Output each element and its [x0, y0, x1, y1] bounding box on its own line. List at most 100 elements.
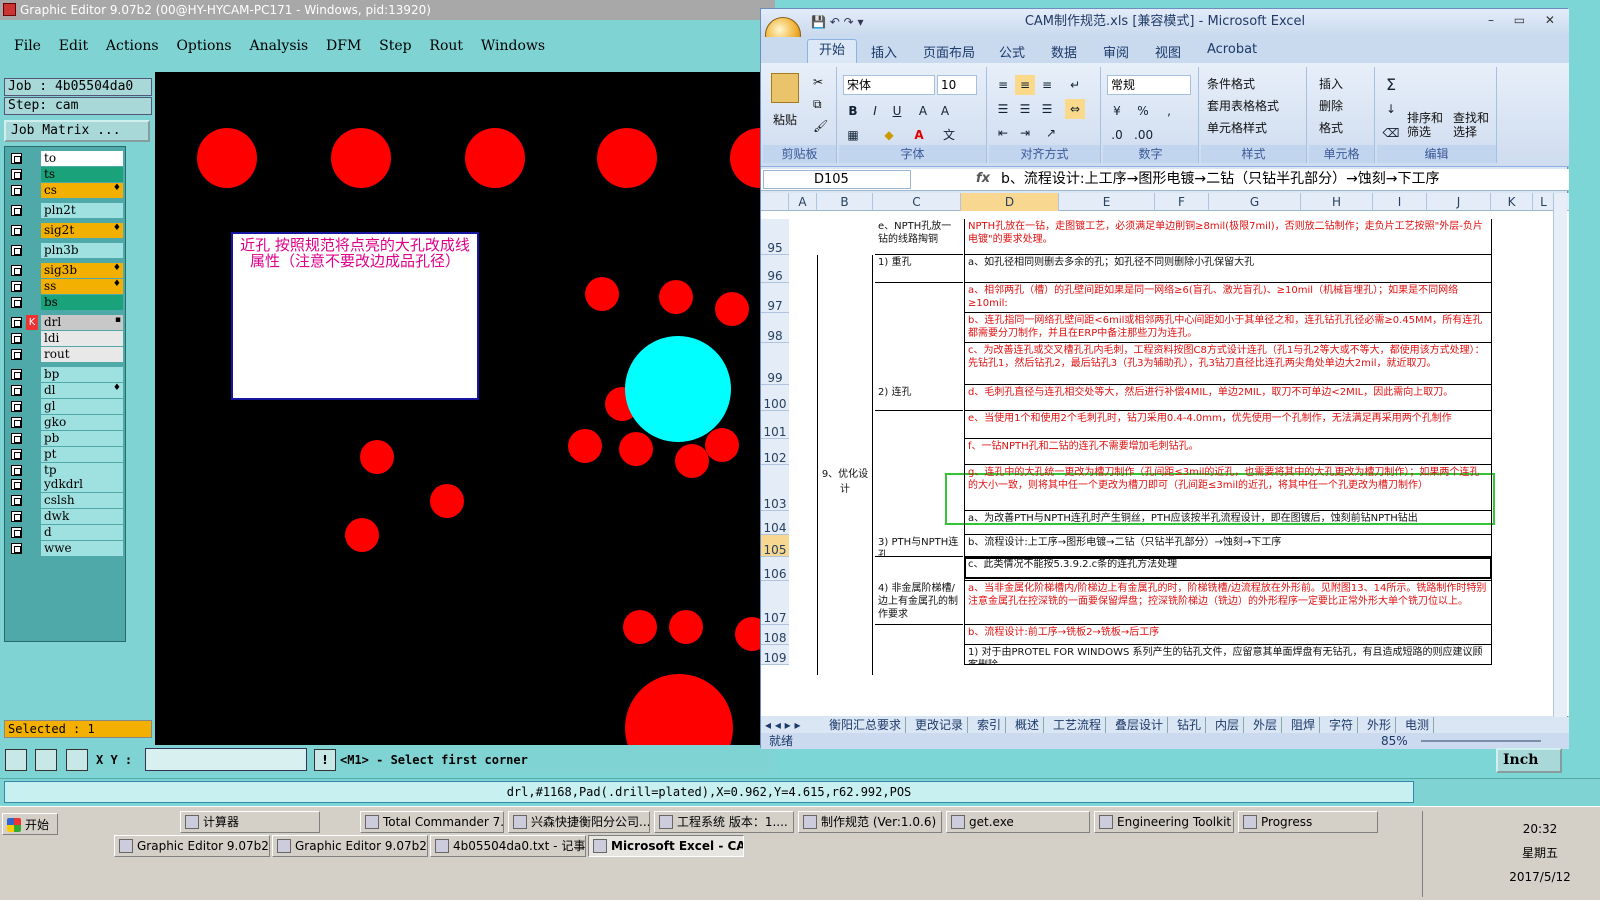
- layer-checkbox[interactable]: [11, 417, 22, 428]
- orientation-icon[interactable]: ↗: [1041, 123, 1061, 143]
- column-header-D[interactable]: D: [961, 193, 1059, 211]
- column-header-F[interactable]: F: [1155, 193, 1209, 211]
- copy-icon[interactable]: ⧉: [813, 97, 822, 112]
- layer-checkbox[interactable]: [11, 369, 22, 380]
- align-top-icon[interactable]: ≡: [993, 75, 1013, 95]
- font-color-icon[interactable]: A: [909, 125, 929, 145]
- wrap-text-icon[interactable]: ↵: [1065, 75, 1085, 95]
- cell-d[interactable]: a、为改善PTH与NPTH连孔时产生铜丝，PTH应该按半孔流程设计，即在图镀后，…: [964, 511, 1492, 535]
- layer-row-ss[interactable]: ss ♦: [9, 279, 123, 294]
- underline-icon[interactable]: U: [887, 101, 907, 121]
- selected-drill-pad[interactable]: [625, 336, 731, 442]
- layer-name[interactable]: pln2t: [41, 203, 123, 218]
- cell-d[interactable]: 1) 对于由PROTEL FOR WINDOWS 系列产生的钻孔文件，应留意其单…: [964, 645, 1492, 665]
- cell-d[interactable]: e、当使用1个和使用2个毛刺孔时，钻刀采用0.4-4.0mm，优先使用一个孔制作…: [964, 411, 1492, 439]
- layer-checkbox[interactable]: [11, 185, 22, 196]
- layer-checkbox[interactable]: [11, 449, 22, 460]
- layer-row-dl[interactable]: dl ♦: [9, 383, 123, 398]
- taskbar-button[interactable]: 4b05504da0.txt - 记事本: [430, 835, 586, 857]
- clear-icon[interactable]: ⌫: [1381, 123, 1401, 143]
- column-header-L[interactable]: L: [1533, 193, 1555, 211]
- layer-row-sig2t[interactable]: sig2t ♦: [9, 223, 123, 238]
- layer-checkbox[interactable]: [11, 317, 22, 328]
- layer-checkbox[interactable]: [11, 225, 22, 236]
- layer-row-pln3b[interactable]: pln3b: [9, 243, 123, 258]
- layer-row-pb[interactable]: pb: [9, 431, 123, 446]
- menu-dfm[interactable]: DFM: [326, 38, 361, 54]
- sheet-tab[interactable]: 钻孔: [1173, 717, 1207, 733]
- cell-d[interactable]: a、如孔径相同则删去多余的孔；如孔径不同则删除小孔保留大孔: [964, 255, 1492, 283]
- align-center-icon[interactable]: ☰: [1015, 99, 1035, 119]
- layer-name[interactable]: dwk: [41, 509, 123, 524]
- layer-checkbox[interactable]: [11, 401, 22, 412]
- sheet-nav-icon[interactable]: ◂ ◂ ▸ ▸: [765, 717, 801, 733]
- taskbar-button[interactable]: 制作规范 (Ver:1.0.6): [798, 811, 942, 833]
- column-header-E[interactable]: E: [1059, 193, 1155, 211]
- cell-c[interactable]: 4) 非金属阶梯槽/边上有金属孔的制作要求: [875, 581, 963, 625]
- drill-pad[interactable]: [360, 440, 394, 474]
- align-bottom-icon[interactable]: ≡: [1037, 75, 1057, 95]
- layer-checkbox[interactable]: [11, 511, 22, 522]
- layer-row-tp[interactable]: tp: [9, 463, 123, 478]
- cell-d[interactable]: b、流程设计:上工序→图形电镀→二钻（只钻半孔部分）→蚀刻→下工序: [964, 535, 1492, 557]
- paste-icon[interactable]: [771, 73, 799, 103]
- menu-rout[interactable]: Rout: [429, 38, 463, 54]
- taskbar-button[interactable]: get.exe: [946, 811, 1090, 833]
- tab-page-layout[interactable]: 页面布局: [923, 42, 975, 61]
- cell-d[interactable]: f、一钻NPTH孔和二钻的连孔不需要增加毛刺钻孔。: [964, 439, 1492, 465]
- conditional-format-button[interactable]: 条件格式: [1207, 75, 1255, 92]
- layer-name[interactable]: pln3b: [41, 243, 123, 258]
- column-header-H[interactable]: H: [1301, 193, 1373, 211]
- layer-checkbox[interactable]: [11, 495, 22, 506]
- formula-input[interactable]: b、流程设计:上工序→图形电镀→二钻（只钻半孔部分）→蚀刻→下工序: [1001, 170, 1440, 189]
- insert-cells-button[interactable]: 插入: [1319, 75, 1343, 92]
- taskbar-button[interactable]: Graphic Editor 9.07b2 (0...: [114, 835, 270, 857]
- menu-options[interactable]: Options: [176, 38, 231, 54]
- row-header[interactable]: 97: [761, 283, 789, 313]
- menu-windows[interactable]: Windows: [481, 38, 545, 54]
- cell-styles-button[interactable]: 单元格样式: [1207, 119, 1267, 136]
- row-header[interactable]: 102: [761, 439, 789, 465]
- sheet-tab[interactable]: 概述: [1011, 717, 1045, 733]
- layer-checkbox[interactable]: [11, 543, 22, 554]
- layer-name[interactable]: ldi: [41, 331, 123, 346]
- taskbar-button[interactable]: Progress: [1238, 811, 1378, 833]
- row-header[interactable]: 104: [761, 511, 789, 535]
- xy-input[interactable]: [145, 748, 307, 771]
- fill-icon[interactable]: ↓: [1381, 99, 1401, 119]
- sheet-tab[interactable]: 外形: [1363, 717, 1397, 733]
- drill-pad[interactable]: [669, 610, 703, 644]
- cell-c[interactable]: 1) 重孔: [875, 255, 963, 283]
- layer-checkbox[interactable]: [11, 245, 22, 256]
- decrease-indent-icon[interactable]: ⇤: [993, 123, 1013, 143]
- layer-name[interactable]: gko: [41, 415, 123, 430]
- currency-icon[interactable]: ¥: [1107, 101, 1127, 121]
- layer-checkbox[interactable]: [11, 479, 22, 490]
- layer-checkbox[interactable]: [11, 205, 22, 216]
- layer-row-d[interactable]: d: [9, 525, 123, 540]
- merged-section-cell[interactable]: 9、优化设计: [817, 255, 873, 675]
- sheet-tab[interactable]: 外层: [1249, 717, 1283, 733]
- layer-checkbox[interactable]: [11, 349, 22, 360]
- layer-checkbox[interactable]: [11, 527, 22, 538]
- layer-row-ldi[interactable]: ldi: [9, 331, 123, 346]
- layer-checkbox[interactable]: [11, 265, 22, 276]
- taskbar-button[interactable]: Microsoft Excel - CAM...: [588, 835, 744, 857]
- fill-color-icon[interactable]: ◆: [879, 125, 899, 145]
- column-header-C[interactable]: C: [873, 193, 961, 211]
- units-button[interactable]: Inch: [1496, 748, 1562, 773]
- layer-checkbox[interactable]: [11, 153, 22, 164]
- job-matrix-button[interactable]: Job Matrix ...: [4, 120, 150, 142]
- layer-name[interactable]: bs: [41, 295, 123, 310]
- drill-pad[interactable]: [197, 128, 257, 188]
- row-header[interactable]: 100: [761, 385, 789, 411]
- layer-name[interactable]: wwe: [41, 541, 123, 556]
- sheet-tab[interactable]: 索引: [973, 717, 1007, 733]
- drill-pad[interactable]: [585, 277, 619, 311]
- tab-review[interactable]: 审阅: [1103, 42, 1129, 61]
- layer-checkbox[interactable]: [11, 385, 22, 396]
- menu-analysis[interactable]: Analysis: [249, 38, 308, 54]
- row-header[interactable]: 99: [761, 343, 789, 385]
- layer-row-drl[interactable]: drl ▪ K: [9, 315, 123, 330]
- cell-d[interactable]: d、毛刺孔直径与连孔相交处等大，然后进行补偿4MIL，单边2MIL，取刀不可单边…: [964, 385, 1492, 411]
